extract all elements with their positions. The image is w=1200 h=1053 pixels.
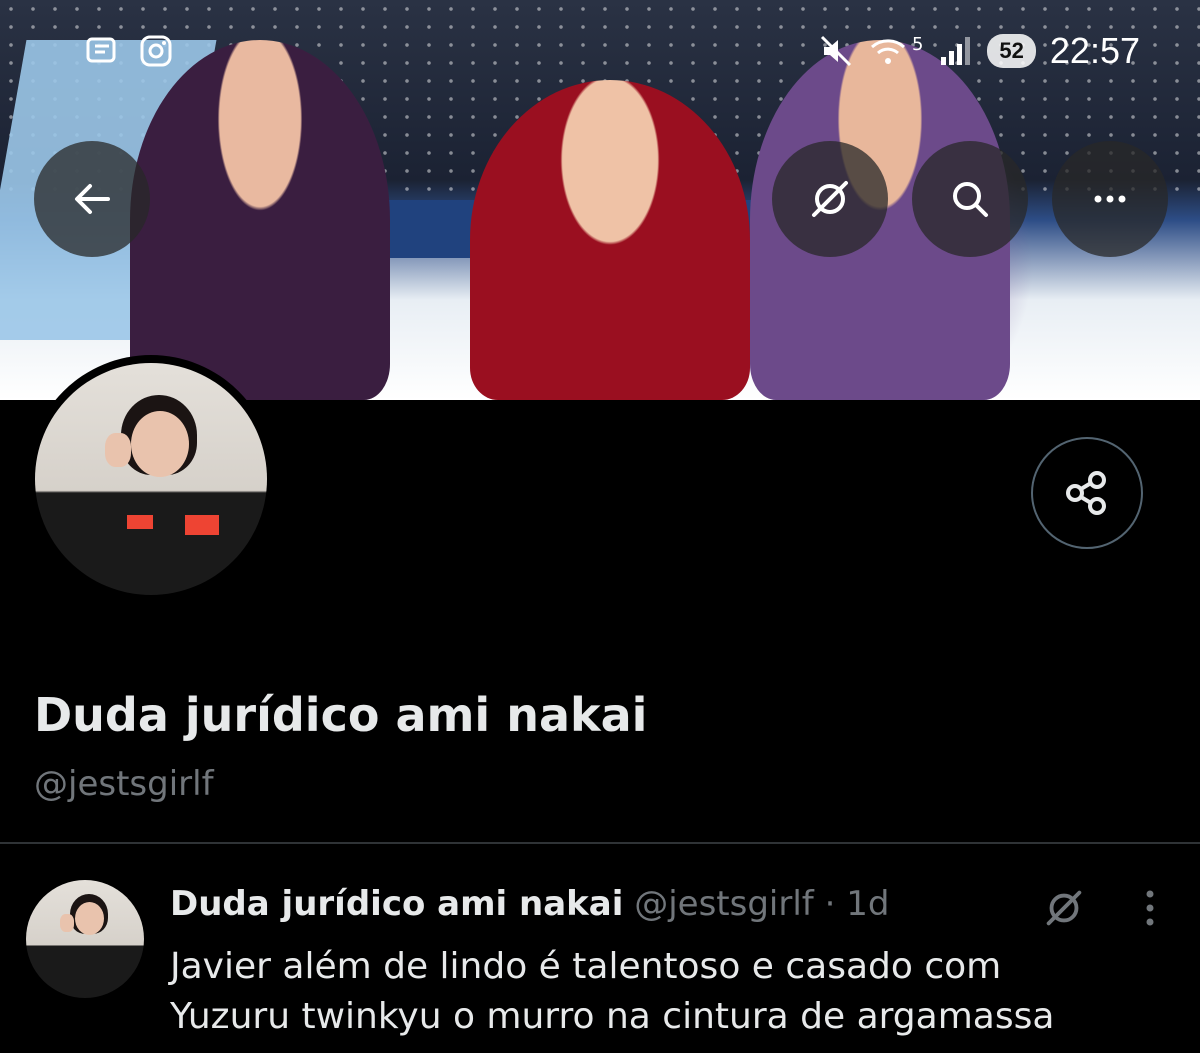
grok-icon <box>812 181 848 217</box>
post-text: Javier além de lindo é talentoso e casad… <box>170 942 1170 1042</box>
post-header: Duda jurídico ami nakai @jestsgirlf · 1d <box>170 884 889 924</box>
back-arrow-icon <box>75 184 110 214</box>
post-author-handle[interactable]: @jestsgirlf <box>634 884 814 924</box>
more-button[interactable] <box>1052 141 1168 257</box>
avatar-face <box>131 411 189 477</box>
post-text-line: Yuzuru twinkyu o murro na cintura de arg… <box>170 996 1055 1037</box>
profile-avatar[interactable] <box>27 355 275 603</box>
back-button[interactable] <box>34 141 150 257</box>
post-author-name[interactable]: Duda jurídico ami nakai <box>170 884 623 924</box>
search-button[interactable] <box>912 141 1028 257</box>
post-more-button[interactable] <box>1136 884 1164 936</box>
status-right-icons: 5 52 22:57 <box>818 30 1140 72</box>
wifi-icon <box>870 39 905 64</box>
avatar-face <box>75 902 104 935</box>
status-bar: 5 52 22:57 <box>0 24 1200 84</box>
grok-button[interactable] <box>772 141 888 257</box>
avatar-hand <box>105 433 131 467</box>
banner-skater-left <box>130 40 390 400</box>
status-left-icons <box>85 34 173 76</box>
network-badge: 5 <box>911 33 924 55</box>
share-profile-button[interactable] <box>1031 437 1143 549</box>
status-clock: 22:57 <box>1049 30 1140 71</box>
avatar-jacket-patch <box>127 515 153 529</box>
profile-handle: @jestsgirlf <box>34 764 214 804</box>
banner-skater-center <box>470 80 750 400</box>
avatar-hand <box>60 914 74 932</box>
post-time[interactable]: 1d <box>846 884 889 924</box>
profile-display-name: Duda jurídico ami nakai <box>34 688 648 742</box>
post-grok-button[interactable] <box>1040 884 1088 936</box>
grok-icon <box>1046 890 1082 926</box>
post-separator: · <box>824 884 836 924</box>
profile-avatar-image <box>35 363 267 595</box>
more-icon <box>1094 195 1126 203</box>
post-text-line: Javier além de lindo é talentoso e casad… <box>170 946 1002 987</box>
notification-icon <box>86 37 116 63</box>
share-icon <box>1066 471 1106 515</box>
post-author-avatar[interactable] <box>26 880 144 998</box>
divider <box>0 842 1200 844</box>
signal-icon <box>941 37 971 65</box>
search-icon <box>953 182 988 217</box>
mute-icon <box>820 35 852 67</box>
avatar-jacket-patch <box>185 515 219 535</box>
battery-badge: 52 <box>987 34 1036 68</box>
more-vertical-icon <box>1146 890 1154 926</box>
instagram-icon <box>140 35 172 67</box>
